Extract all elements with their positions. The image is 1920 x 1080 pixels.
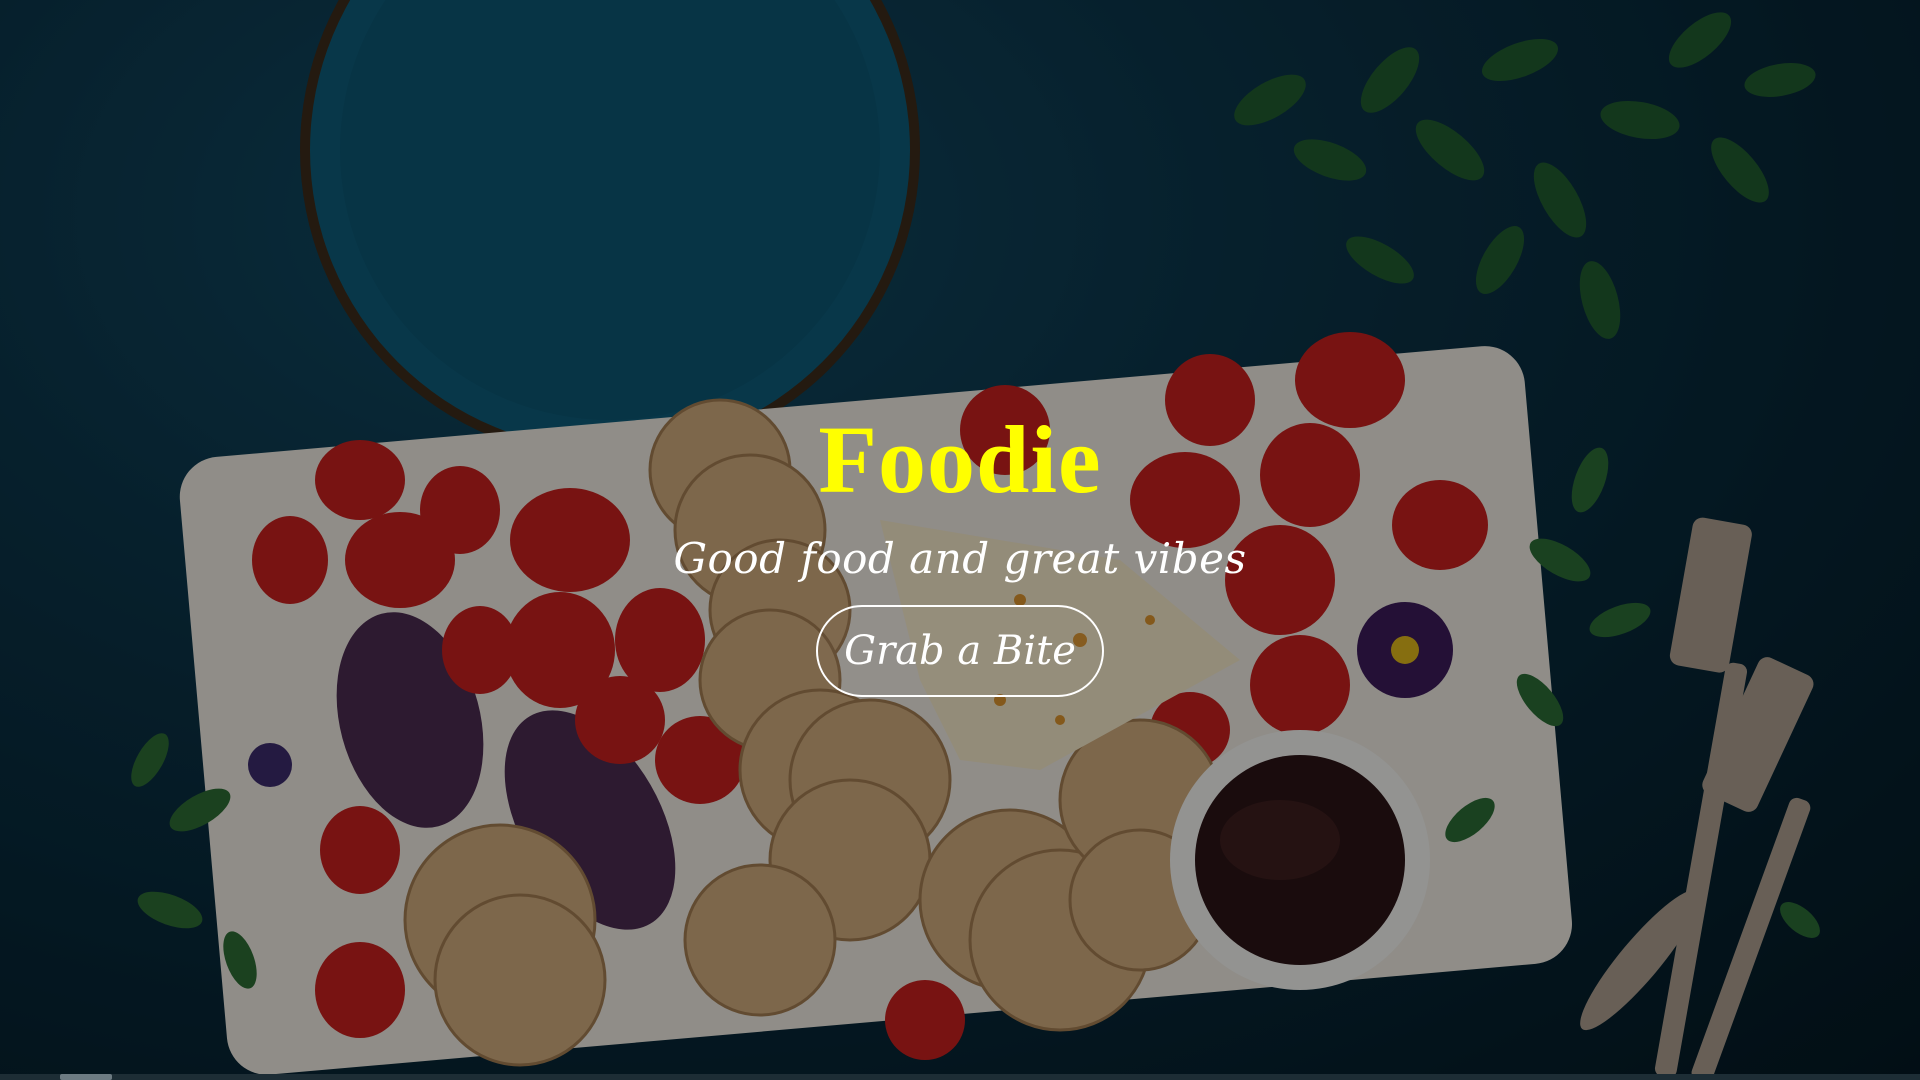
scrollbar-thumb[interactable]	[60, 1074, 112, 1080]
horizontal-scrollbar[interactable]	[0, 1074, 1920, 1080]
brand-title: Foodie	[818, 406, 1102, 513]
grab-a-bite-button[interactable]: Grab a Bite	[816, 605, 1104, 697]
hero-tagline: Good food and great vibes	[673, 534, 1247, 583]
hero-section: Foodie Good food and great vibes Grab a …	[0, 0, 1920, 1080]
hero-content: Foodie Good food and great vibes Grab a …	[0, 400, 1920, 697]
